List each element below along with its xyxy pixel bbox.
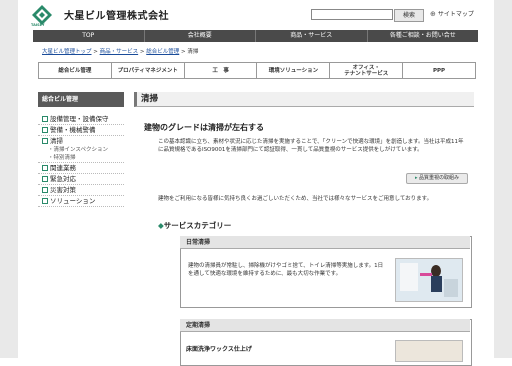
sidebar-item-related[interactable]: 関連業務 <box>38 163 124 174</box>
sitemap-label: サイトマップ <box>437 11 474 18</box>
sidebar-item-label: 警備・機械警備 <box>50 126 96 134</box>
square-bullet-icon <box>42 176 48 182</box>
breadcrumb-building[interactable]: 総合ビル管理 <box>146 49 179 55</box>
sidebar-item-label: 設備管理・設備保守 <box>50 115 109 123</box>
frame-right <box>494 0 512 358</box>
quality-link-button[interactable]: ▸ 品質重視の取組み <box>406 173 468 184</box>
breadcrumb: 大星ビル管理トップ > 商品・サービス > 総合ビル管理 > 清掃 <box>42 49 199 55</box>
sidebar-item-label: 災害対策 <box>50 186 76 194</box>
daily-cleaning-text: 建物の清掃員が常駐し、掃除機がけやゴミ捨て、トイレ清掃等実施します。1日を通して… <box>188 263 384 277</box>
headline: 建物のグレードは清掃が左右する <box>144 123 264 132</box>
breadcrumb-current: 清掃 <box>187 49 199 55</box>
subnav-property[interactable]: プロパティマネジメント <box>112 63 185 78</box>
sidebar-item-label: 清掃 <box>50 137 63 145</box>
search-input[interactable] <box>311 9 393 20</box>
periodic-cleaning-title[interactable]: 定期清掃 <box>180 319 470 332</box>
gnav-top[interactable]: TOP <box>33 30 145 42</box>
sidebar-item-security[interactable]: 警備・機械警備 <box>38 125 124 136</box>
daily-cleaning-photo <box>395 258 463 302</box>
sidebar-item-solution[interactable]: ソリューション <box>38 196 124 207</box>
sidebar-item-label: 関連業務 <box>50 164 76 172</box>
square-bullet-icon <box>42 116 48 122</box>
square-bullet-icon <box>42 165 48 171</box>
subnav-office[interactable]: オフィス・ テナントサービス <box>330 63 404 78</box>
sidebar-title: 総合ビル管理 <box>38 92 124 107</box>
breadcrumb-home[interactable]: 大星ビル管理トップ <box>42 49 92 55</box>
sidebar-item-cleaning[interactable]: 清掃 <box>38 136 124 146</box>
search-button[interactable]: 検索 <box>394 9 424 22</box>
sidebar-subitem-special[interactable]: ・特別清掃 <box>38 154 124 163</box>
sitemap-icon: ⊕ <box>430 9 436 18</box>
breadcrumb-services[interactable]: 商品・サービス <box>100 49 139 55</box>
gnav-company[interactable]: 会社概要 <box>145 30 256 42</box>
sidebar-item-emergency[interactable]: 緊急対応 <box>38 174 124 185</box>
subnav-ppp[interactable]: PPP <box>403 63 475 78</box>
sub-nav: 総合ビル管理 プロパティマネジメント 工 事 環境ソリューション オフィス・ テ… <box>38 62 476 79</box>
sidebar-subitem-label: 清掃インスペクション <box>53 147 109 153</box>
sidebar-list: 設備管理・設備保守 警備・機械警備 清掃 ・清掃インスペクション ・特別清掃 関… <box>38 114 124 207</box>
gnav-services[interactable]: 商品・サービス <box>256 30 368 42</box>
sidebar-item-label: ソリューション <box>50 197 96 205</box>
page-title: 清掃 <box>134 92 474 107</box>
periodic-cleaning-subtitle: 床面洗浄ワックス仕上げ <box>186 346 252 353</box>
square-bullet-icon <box>42 198 48 204</box>
arrow-icon: ▸ <box>414 175 418 181</box>
sidebar-item-facility[interactable]: 設備管理・設備保守 <box>38 114 124 125</box>
subnav-building[interactable]: 総合ビル管理 <box>39 63 112 78</box>
usage-text: 建物をご利用になる皆様に気持ち良くお過ごしいただくため、当社では様々なサービスを… <box>158 196 433 202</box>
subnav-environment[interactable]: 環境ソリューション <box>257 63 331 78</box>
category-heading-label: サービスカテゴリー <box>163 221 232 230</box>
square-bullet-icon <box>42 127 48 133</box>
sidebar-subitem-label: 特別清掃 <box>53 155 76 161</box>
periodic-cleaning-photo <box>395 340 463 362</box>
daily-cleaning-title[interactable]: 日常清掃 <box>180 236 470 249</box>
quality-link-label: 品質重視の取組み <box>419 175 460 181</box>
square-bullet-icon <box>42 187 48 193</box>
category-heading: ◆サービスカテゴリー <box>158 220 231 231</box>
sidebar-subitem-inspection[interactable]: ・清掃インスペクション <box>38 146 124 154</box>
global-nav: TOP 会社概要 商品・サービス 各種ご相談・お問い合せ <box>33 30 478 42</box>
sidebar-item-label: 緊急対応 <box>50 175 76 183</box>
logo-text: TAISEY <box>31 23 45 27</box>
frame-left <box>0 0 18 358</box>
subnav-construction[interactable]: 工 事 <box>185 63 258 78</box>
gnav-contact[interactable]: 各種ご相談・お問い合せ <box>368 30 479 42</box>
company-name[interactable]: 大星ビル管理株式会社 <box>64 7 169 22</box>
company-logo[interactable]: TAISEY <box>30 4 54 28</box>
square-bullet-icon <box>42 138 48 144</box>
intro-text: この基本認識に立ち、素材や状況に応じた清掃を実施することで、「クリーンで快適な環… <box>158 139 464 153</box>
sitemap-link[interactable]: ⊕ サイトマップ <box>430 9 474 19</box>
sidebar-item-disaster[interactable]: 災害対策 <box>38 185 124 196</box>
